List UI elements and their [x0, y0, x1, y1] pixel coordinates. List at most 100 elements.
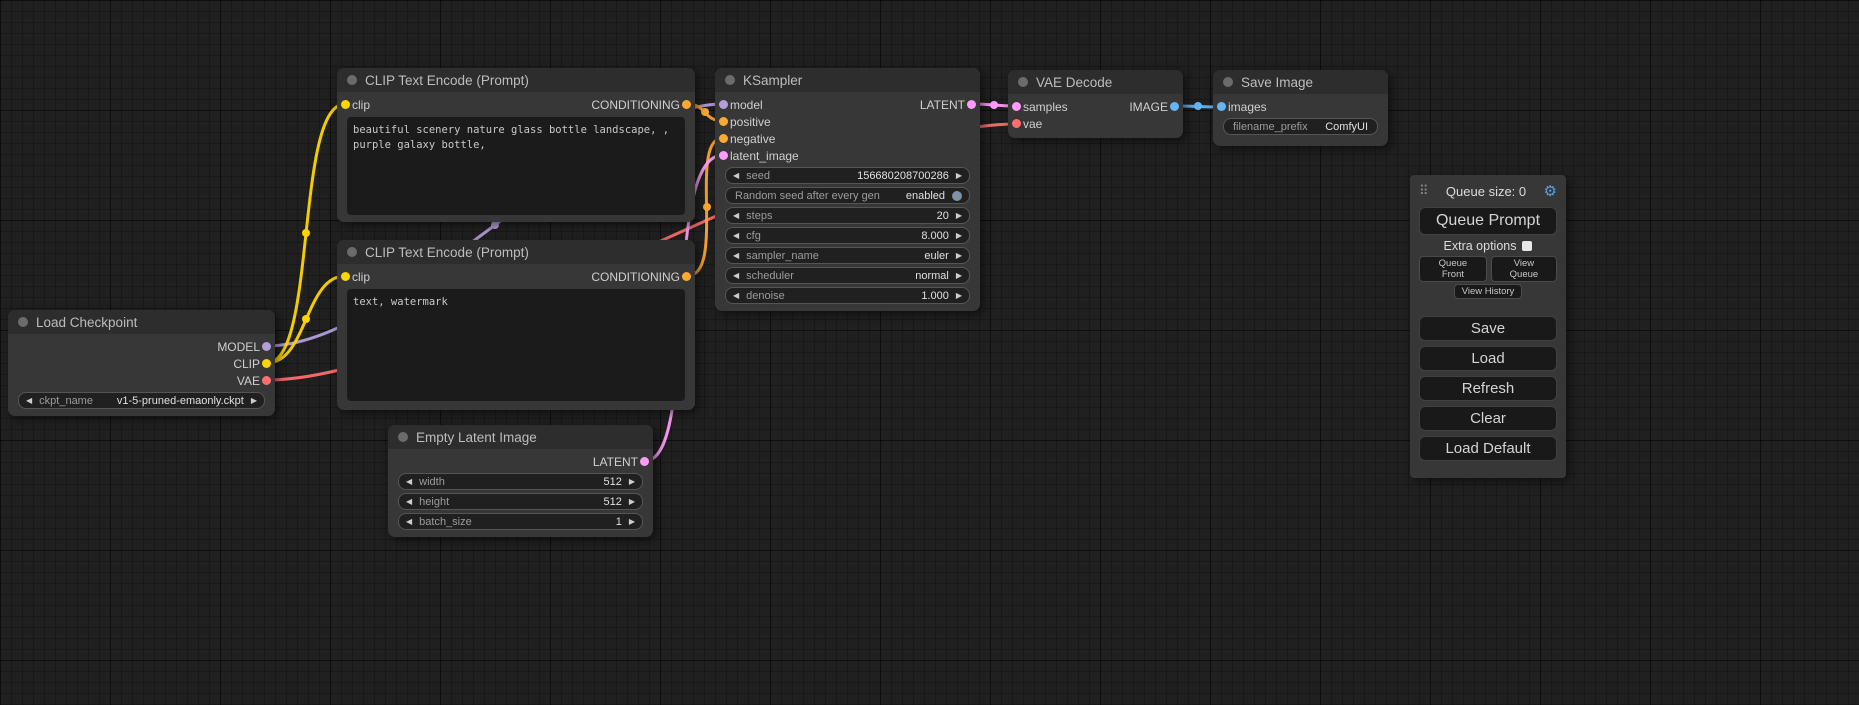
extra-options-label: Extra options — [1444, 239, 1517, 253]
widget-seed[interactable]: ◀ seed 156680208700286 ▶ — [725, 167, 970, 184]
decrement-arrow-icon[interactable]: ◀ — [406, 518, 412, 526]
node-clip-text-encode-positive[interactable]: CLIP Text Encode (Prompt) clip CONDITION… — [337, 68, 695, 222]
node-vae-decode[interactable]: VAE Decode samples IMAGE vae — [1008, 70, 1183, 138]
collapse-dot[interactable] — [1223, 77, 1233, 87]
increment-arrow-icon[interactable]: ▶ — [251, 397, 257, 405]
decrement-arrow-icon[interactable]: ◀ — [26, 397, 32, 405]
slot-label: VAE — [237, 374, 260, 388]
settings-gear-icon[interactable]: ⚙ — [1544, 182, 1557, 200]
view-queue-button[interactable]: View Queue — [1491, 256, 1557, 282]
node-load-checkpoint[interactable]: Load Checkpoint MODEL CLIP VAE ◀ ckpt_na… — [8, 310, 275, 416]
output-slot-row: CLIP — [8, 355, 275, 372]
slot-label: clip — [352, 270, 370, 284]
increment-arrow-icon[interactable]: ▶ — [956, 292, 962, 300]
refresh-button[interactable]: Refresh — [1419, 376, 1557, 401]
collapse-dot[interactable] — [18, 317, 28, 327]
node-graph-canvas[interactable]: Load Checkpoint MODEL CLIP VAE ◀ ckpt_na… — [0, 0, 1859, 705]
queue-prompt-button[interactable]: Queue Prompt — [1419, 207, 1557, 235]
widget-label: denoise — [746, 290, 785, 302]
prompt-textarea[interactable]: beautiful scenery nature glass bottle la… — [347, 117, 685, 215]
node-title-bar[interactable]: KSampler — [715, 68, 980, 92]
increment-arrow-icon[interactable]: ▶ — [956, 232, 962, 240]
prompt-textarea[interactable]: text, watermark — [347, 289, 685, 401]
view-history-button[interactable]: View History — [1454, 284, 1523, 299]
widget-sampler-name[interactable]: ◀ sampler_name euler ▶ — [725, 247, 970, 264]
output-pin-latent[interactable] — [967, 100, 976, 109]
collapse-dot[interactable] — [347, 247, 357, 257]
load-default-button[interactable]: Load Default — [1419, 436, 1557, 461]
collapse-dot[interactable] — [347, 75, 357, 85]
output-slot-row: LATENT — [388, 453, 653, 470]
widget-label: cfg — [746, 230, 761, 242]
widget-value: 512 — [603, 496, 621, 508]
widget-value: ComfyUI — [1325, 121, 1368, 133]
input-pin-latent-image[interactable] — [719, 151, 728, 160]
output-pin-model[interactable] — [262, 342, 271, 351]
input-pin-negative[interactable] — [719, 134, 728, 143]
queue-front-button[interactable]: Queue Front — [1419, 256, 1487, 282]
increment-arrow-icon[interactable]: ▶ — [956, 172, 962, 180]
collapse-dot[interactable] — [398, 432, 408, 442]
widget-width[interactable]: ◀ width 512 ▶ — [398, 473, 643, 490]
toggle-knob[interactable] — [952, 191, 962, 201]
decrement-arrow-icon[interactable]: ◀ — [406, 498, 412, 506]
slot-row: latent_image — [715, 147, 980, 164]
increment-arrow-icon[interactable]: ▶ — [956, 272, 962, 280]
node-clip-text-encode-negative[interactable]: CLIP Text Encode (Prompt) clip CONDITION… — [337, 240, 695, 410]
decrement-arrow-icon[interactable]: ◀ — [733, 212, 739, 220]
input-pin-positive[interactable] — [719, 117, 728, 126]
input-pin-clip[interactable] — [341, 100, 350, 109]
node-ksampler[interactable]: KSampler model LATENT positive negative … — [715, 68, 980, 311]
decrement-arrow-icon[interactable]: ◀ — [733, 292, 739, 300]
widget-ckpt-name[interactable]: ◀ ckpt_name v1-5-pruned-emaonly.ckpt ▶ — [18, 392, 265, 409]
widget-batch-size[interactable]: ◀ batch_size 1 ▶ — [398, 513, 643, 530]
decrement-arrow-icon[interactable]: ◀ — [733, 252, 739, 260]
increment-arrow-icon[interactable]: ▶ — [629, 478, 635, 486]
load-button[interactable]: Load — [1419, 346, 1557, 371]
input-pin-images[interactable] — [1217, 102, 1226, 111]
widget-cfg[interactable]: ◀ cfg 8.000 ▶ — [725, 227, 970, 244]
output-pin-latent[interactable] — [640, 457, 649, 466]
node-title-bar[interactable]: Empty Latent Image — [388, 425, 653, 449]
output-pin-conditioning[interactable] — [682, 100, 691, 109]
extra-options-checkbox[interactable] — [1522, 241, 1532, 251]
node-title-bar[interactable]: CLIP Text Encode (Prompt) — [337, 240, 695, 264]
decrement-arrow-icon[interactable]: ◀ — [733, 172, 739, 180]
output-pin-vae[interactable] — [262, 376, 271, 385]
increment-arrow-icon[interactable]: ▶ — [956, 252, 962, 260]
widget-random-seed-toggle[interactable]: Random seed after every gen enabled — [725, 187, 970, 204]
output-pin-conditioning[interactable] — [682, 272, 691, 281]
collapse-dot[interactable] — [1018, 77, 1028, 87]
node-title-bar[interactable]: VAE Decode — [1008, 70, 1183, 94]
increment-arrow-icon[interactable]: ▶ — [956, 212, 962, 220]
node-title-bar[interactable]: CLIP Text Encode (Prompt) — [337, 68, 695, 92]
node-save-image[interactable]: Save Image images filename_prefix ComfyU… — [1213, 70, 1388, 146]
node-title-bar[interactable]: Load Checkpoint — [8, 310, 275, 334]
input-pin-model[interactable] — [719, 100, 728, 109]
input-pin-clip[interactable] — [341, 272, 350, 281]
save-button[interactable]: Save — [1419, 316, 1557, 341]
widget-steps[interactable]: ◀ steps 20 ▶ — [725, 207, 970, 224]
node-title: CLIP Text Encode (Prompt) — [365, 245, 529, 260]
decrement-arrow-icon[interactable]: ◀ — [733, 272, 739, 280]
increment-arrow-icon[interactable]: ▶ — [629, 518, 635, 526]
input-pin-samples[interactable] — [1012, 102, 1021, 111]
slot-label: samples — [1023, 100, 1068, 114]
widget-scheduler[interactable]: ◀ scheduler normal ▶ — [725, 267, 970, 284]
decrement-arrow-icon[interactable]: ◀ — [733, 232, 739, 240]
output-pin-clip[interactable] — [262, 359, 271, 368]
widget-height[interactable]: ◀ height 512 ▶ — [398, 493, 643, 510]
input-pin-vae[interactable] — [1012, 119, 1021, 128]
widget-denoise[interactable]: ◀ denoise 1.000 ▶ — [725, 287, 970, 304]
decrement-arrow-icon[interactable]: ◀ — [406, 478, 412, 486]
increment-arrow-icon[interactable]: ▶ — [629, 498, 635, 506]
clear-button[interactable]: Clear — [1419, 406, 1557, 431]
node-empty-latent-image[interactable]: Empty Latent Image LATENT ◀ width 512 ▶ … — [388, 425, 653, 537]
node-title-bar[interactable]: Save Image — [1213, 70, 1388, 94]
slot-label: LATENT — [593, 455, 638, 469]
link-dot-negative — [703, 203, 711, 211]
drag-handle-icon[interactable]: ⠿ — [1419, 183, 1429, 199]
output-pin-image[interactable] — [1170, 102, 1179, 111]
widget-filename-prefix[interactable]: filename_prefix ComfyUI — [1223, 118, 1378, 135]
collapse-dot[interactable] — [725, 75, 735, 85]
